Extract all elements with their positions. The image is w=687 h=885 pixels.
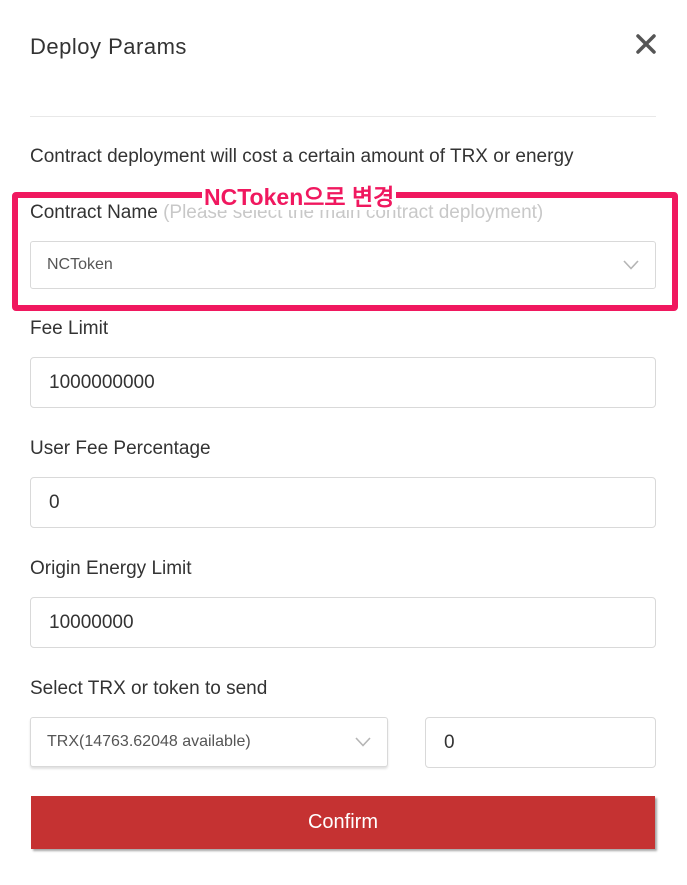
contract-name-label-text: Contract Name (30, 202, 158, 223)
header-divider (30, 116, 656, 117)
origin-energy-limit-input[interactable]: 10000000 (30, 597, 656, 648)
send-amount-input[interactable]: 0 (425, 717, 656, 768)
token-select[interactable]: TRX(14763.62048 available) (30, 717, 388, 767)
fee-limit-input[interactable]: 1000000000 (30, 357, 656, 408)
dialog-title: Deploy Params (30, 34, 187, 59)
chevron-down-icon (623, 260, 639, 270)
user-fee-percentage-input[interactable]: 0 (30, 477, 656, 528)
chevron-down-icon (355, 737, 371, 747)
confirm-button[interactable]: Confirm (31, 796, 655, 849)
send-token-label: Select TRX or token to send (30, 678, 268, 699)
fee-limit-label: Fee Limit (30, 318, 109, 339)
contract-name-hint: (Please select the main contract deploym… (163, 202, 544, 223)
contract-name-select[interactable]: NCToken (30, 241, 656, 289)
token-selected: TRX(14763.62048 available) (47, 733, 251, 750)
deployment-description: Contract deployment will cost a certain … (30, 146, 574, 167)
user-fee-percentage-label: User Fee Percentage (30, 438, 211, 459)
close-icon[interactable] (632, 30, 660, 58)
origin-energy-limit-label: Origin Energy Limit (30, 558, 192, 579)
origin-energy-limit-value: 10000000 (49, 611, 134, 633)
contract-name-selected: NCToken (47, 256, 113, 273)
send-amount-value: 0 (444, 731, 455, 753)
deploy-params-dialog: Deploy Params Contract deployment will c… (0, 0, 687, 885)
fee-limit-value: 1000000000 (49, 371, 155, 393)
user-fee-percentage-value: 0 (49, 491, 60, 513)
contract-name-label: Contract Name (Please select the main co… (30, 202, 543, 224)
